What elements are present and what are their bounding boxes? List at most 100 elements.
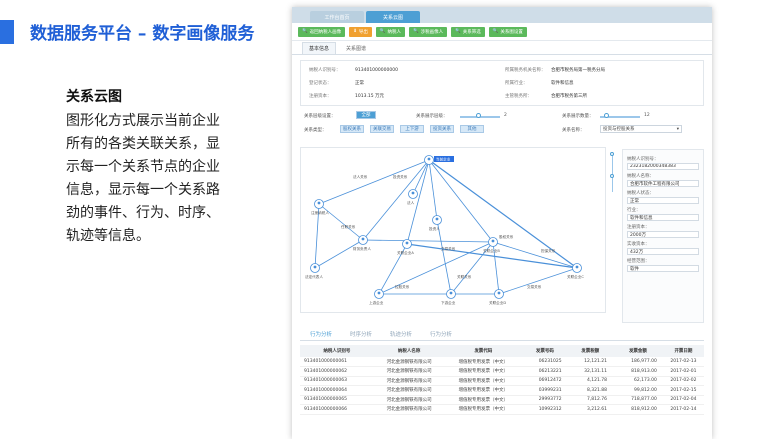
- graph-edge: [318, 203, 364, 241]
- graph-edge: [406, 243, 578, 269]
- detail-value: 合肥市软件工程有限公司: [627, 180, 699, 187]
- table-cell: 增值税专用发票（中文）: [444, 376, 523, 386]
- table-row[interactable]: 913401000000066 河北金源钢铁有限公司 增值税专用发票（中文） 1…: [300, 404, 704, 415]
- info-label: 主管税务所：: [505, 94, 532, 99]
- relation-level-all-button[interactable]: 全部: [356, 111, 376, 119]
- zoom-slider-handle[interactable]: [610, 174, 614, 178]
- table-cell: 河北金源钢铁有限公司: [373, 385, 445, 396]
- column-header[interactable]: 纳税人名称: [373, 345, 445, 357]
- graph-edge: [498, 267, 578, 295]
- edge-label: 交易关系: [441, 246, 456, 251]
- table-cell: 2017-02-15: [662, 385, 704, 396]
- type-investment-button[interactable]: 投资关系: [430, 125, 454, 133]
- node-label: 关联企业C: [567, 274, 584, 279]
- relation-filter-button[interactable]: 🔍 关系筛选: [451, 26, 485, 37]
- button-label: 返回纳税人画像: [309, 29, 342, 35]
- tab-behavior-analysis[interactable]: 行为分析: [310, 327, 332, 340]
- type-other-button[interactable]: 其他: [460, 125, 484, 133]
- graph-edge: [362, 239, 494, 243]
- column-header[interactable]: 发票税额: [567, 345, 613, 357]
- tab-timing-analysis[interactable]: 时序分析: [350, 327, 372, 340]
- info-value: 软件和信息: [551, 81, 574, 86]
- column-header[interactable]: 纳税人识别号: [300, 345, 374, 357]
- node-label: 财务负责人: [353, 246, 371, 251]
- relation-type-label: 关系类型：: [304, 128, 327, 133]
- relation-graph[interactable]: 法人关系 投资关系 任职关系 交易关系 股权关系 担保关系 控股关系 关联关系 …: [300, 147, 606, 313]
- relation-graph-canvas[interactable]: 法人关系 投资关系 任职关系 交易关系 股权关系 担保关系 控股关系 关联关系 …: [301, 148, 607, 314]
- table-row[interactable]: 913401000000062 河北金源钢铁有限公司 增值税专用发票（中文） 0…: [300, 366, 704, 377]
- edge-label: 交易关系: [527, 284, 542, 289]
- info-field: 所属行业： 软件和信息: [505, 80, 574, 86]
- tax-profile-button[interactable]: 🔍 涉税画像人: [409, 26, 448, 37]
- edge-label: 关联关系: [457, 274, 472, 279]
- edge-label: 股权关系: [499, 234, 514, 239]
- graph-edge: [436, 219, 452, 295]
- tab-trajectory-analysis[interactable]: 轨迹分析: [390, 327, 412, 340]
- description-line: 所有的各类关联关系，显: [66, 136, 220, 152]
- node-label: 下游企业: [441, 300, 456, 305]
- count-slider-handle[interactable]: [604, 113, 609, 118]
- back-to-profile-button[interactable]: 🔍 返回纳税人画像: [298, 26, 346, 37]
- node-label: 关联企业D: [489, 300, 506, 305]
- info-label: 登记状态：: [309, 81, 332, 86]
- select-value: 投资与控股关系: [603, 127, 635, 132]
- table-cell: 河北金源钢铁有限公司: [373, 366, 445, 377]
- table-row[interactable]: 913401000000065 河北金源钢铁有限公司 增值税专用发票（中文） 2…: [300, 395, 704, 405]
- info-value: 1013.15 万元: [355, 94, 385, 99]
- taxpayer-button[interactable]: 🔍 纳税人: [375, 26, 405, 37]
- tab-basic-info[interactable]: 基本信息: [302, 42, 337, 54]
- zoom-slider[interactable]: [610, 152, 614, 192]
- table-cell: 818,912.00: [613, 404, 663, 415]
- column-header[interactable]: 发票金额: [613, 345, 663, 357]
- description-line: 劲的事件、行为、时序、: [66, 205, 220, 221]
- table-cell: 2017-02-04: [662, 395, 704, 405]
- detail-label: 注册资本：: [627, 225, 650, 230]
- edge-label: 控股关系: [395, 284, 410, 289]
- info-field: 主管税务所： 合肥市税务第三所: [505, 93, 587, 99]
- table-cell: 29993772: [522, 395, 568, 405]
- type-related-trade-button[interactable]: 关联交易: [370, 125, 394, 133]
- graph-edge-labels: 法人关系 投资关系 任职关系 交易关系 股权关系 担保关系 控股关系 关联关系 …: [341, 174, 556, 289]
- graph-edge: [492, 241, 578, 269]
- table-cell: 62,173.00: [613, 376, 663, 386]
- detail-value: 正常: [627, 197, 699, 204]
- detail-value: 软件: [627, 265, 699, 272]
- tab-home[interactable]: 工作台首页: [310, 11, 364, 23]
- table-cell: 99,812.00: [613, 385, 663, 396]
- edge-label: 法人关系: [353, 174, 368, 179]
- column-header[interactable]: 发票号码: [522, 345, 568, 357]
- detail-label: 纳税人识别号：: [627, 157, 659, 162]
- zoom-slider-track: [611, 152, 613, 192]
- type-supply-chain-button[interactable]: 上下游: [400, 125, 424, 133]
- app-tab-bar: 工作台首页 关系云图: [292, 7, 712, 23]
- tab-relation-map[interactable]: 关系图谱: [340, 43, 372, 54]
- column-header[interactable]: 开票日期: [662, 345, 704, 357]
- graph-node: 法定代表人: [305, 263, 323, 279]
- app-screenshot: 工作台首页 关系云图 🔍 返回纳税人画像 ⬇ 导出 🔍 纳税人 🔍 涉税画像人 🔍 关系筛…: [292, 7, 712, 439]
- info-value: 合肥市税务局第一税务分局: [551, 68, 605, 73]
- type-equity-button[interactable]: 股权关系: [340, 125, 364, 133]
- detail-value: 2323182000348383: [627, 163, 699, 170]
- table-row[interactable]: 913401000000061 河北金源钢铁有限公司 增值税专用发票（中文） 0…: [300, 357, 704, 367]
- table-cell: 186,977.00: [613, 357, 663, 367]
- zoom-slider-handle[interactable]: [610, 152, 614, 156]
- toolbar: 🔍 返回纳税人画像 ⬇ 导出 🔍 纳税人 🔍 涉税画像人 🔍 关系筛选 🔍 关系图设置: [292, 23, 712, 41]
- table-cell: 增值税专用发票（中文）: [444, 404, 523, 415]
- table-cell: 8,321.88: [567, 385, 613, 396]
- table-cell: 2017-02-14: [662, 404, 704, 415]
- table-row[interactable]: 913401000000063 河北金源钢铁有限公司 增值税专用发票（中文） 0…: [300, 376, 704, 386]
- export-button[interactable]: ⬇ 导出: [349, 26, 372, 37]
- graph-settings-button[interactable]: 🔍 关系图设置: [488, 26, 527, 37]
- relation-name-select[interactable]: 投资与控股关系 ▾: [600, 125, 682, 133]
- detail-value: 软件和信息: [627, 214, 699, 221]
- table-row[interactable]: 913401000000064 河北金源钢铁有限公司 增值税专用发票（中文） 0…: [300, 385, 704, 396]
- tab-behavior-analysis-2[interactable]: 行为分析: [430, 327, 452, 340]
- relation-name-label: 关系名称：: [562, 128, 585, 133]
- table-cell: 2017-02-01: [662, 366, 704, 377]
- table-cell: 河北金源钢铁有限公司: [373, 357, 445, 367]
- depth-slider-handle[interactable]: [476, 113, 481, 118]
- tab-relation-graph[interactable]: 关系云图: [366, 11, 420, 23]
- center-tag: 当前企业: [436, 157, 451, 162]
- node-label: 关联企业B: [483, 248, 500, 253]
- column-header[interactable]: 发票代码: [444, 345, 523, 357]
